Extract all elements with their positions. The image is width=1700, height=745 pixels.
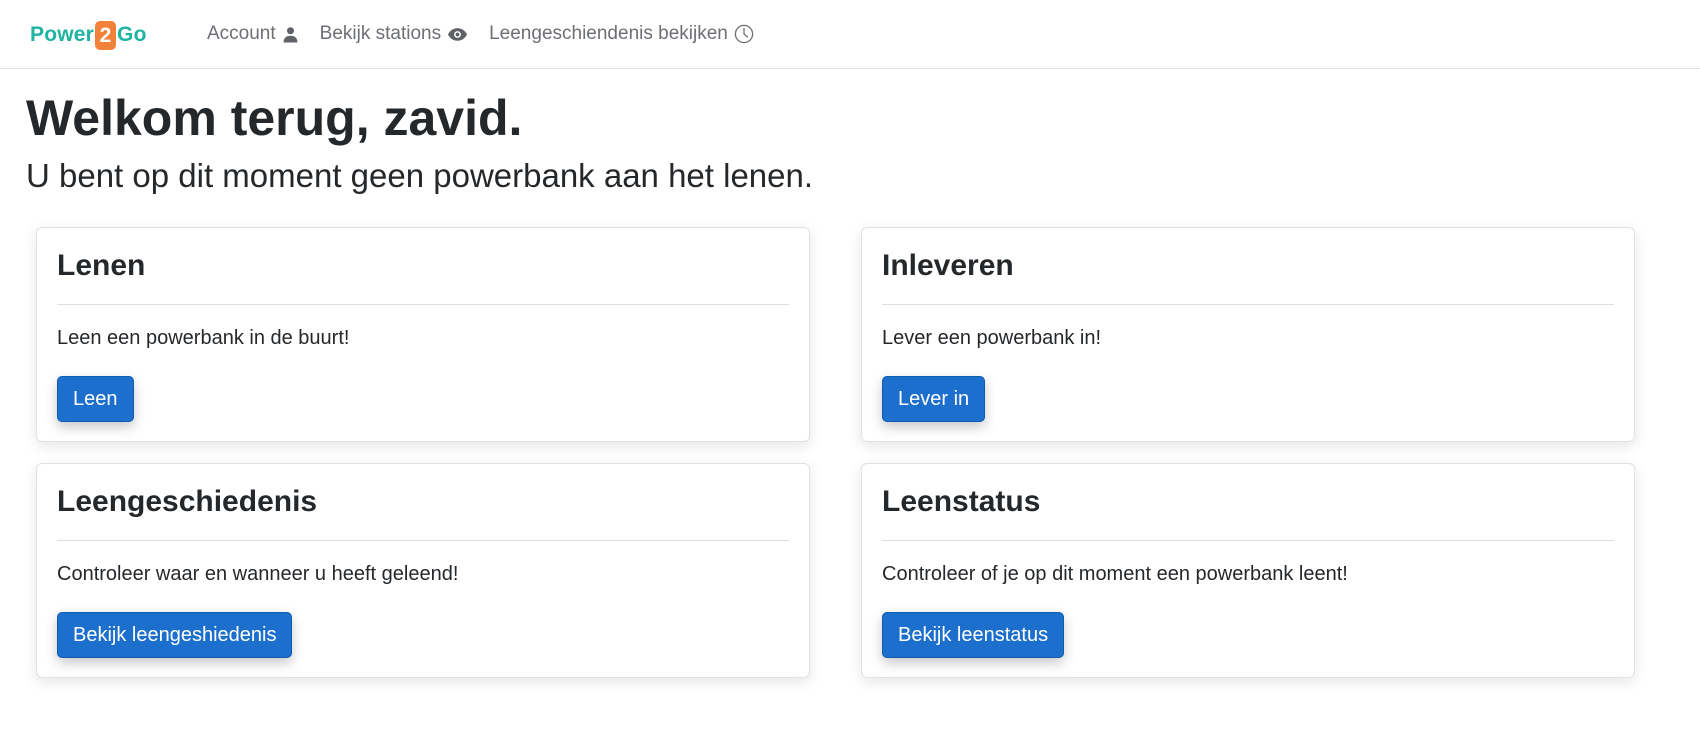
card-divider [882,304,1614,305]
card-inleveren: Inleveren Lever een powerbank in! Lever … [861,227,1635,442]
brand-part-go: Go [117,23,147,46]
card-divider [57,304,789,305]
card-lenen: Lenen Leen een powerbank in de buurt! Le… [36,227,810,442]
lever-in-button[interactable]: Lever in [882,376,986,422]
card-text: Controleer waar en wanneer u heeft gelee… [57,563,459,585]
loan-status-subtitle: U bent op dit moment geen powerbank aan … [26,157,814,194]
card-title: Inleveren [882,249,1014,282]
brand-part-two: 2 [95,20,117,50]
page-title: Welkom terug, zavid. [26,90,523,146]
nav-item-stations[interactable]: Bekijk stations [320,23,468,45]
card-title: Leenstatus [882,485,1041,518]
card-leenstatus: Leenstatus Controleer of je op dit momen… [861,463,1635,678]
nav-item-history[interactable]: Leengeschiendenis bekijken [489,23,754,45]
card-text: Controleer of je op dit moment een power… [882,563,1348,585]
nav-item-label: Account [207,23,276,44]
card-text: Lever een powerbank in! [882,327,1102,349]
card-divider [882,540,1614,541]
card-title: Lenen [57,249,146,282]
card-text: Leen een powerbank in de buurt! [57,327,350,349]
brand-logo[interactable]: Power 2 Go [30,20,147,50]
nav-item-label: Leengeschiendenis bekijken [489,23,728,44]
nav-item-account[interactable]: Account [207,23,299,45]
brand-part-power: Power [30,23,95,46]
view-history-button[interactable]: Bekijk leengeshiedenis [57,612,293,658]
eye-icon [447,27,468,42]
clock-icon [734,24,754,44]
person-icon [282,26,299,43]
navbar: Power 2 Go Account Bekijk stations Leeng… [0,0,1700,69]
card-title: Leengeschiedenis [57,485,318,518]
card-leengeschiedenis: Leengeschiedenis Controleer waar en wann… [36,463,810,678]
nav-item-label: Bekijk stations [319,23,442,44]
card-divider [57,540,789,541]
view-status-button[interactable]: Bekijk leenstatus [882,612,1065,658]
nav-menu: Account Bekijk stations Leengeschiendeni… [207,19,775,49]
leen-button[interactable]: Leen [57,376,134,422]
